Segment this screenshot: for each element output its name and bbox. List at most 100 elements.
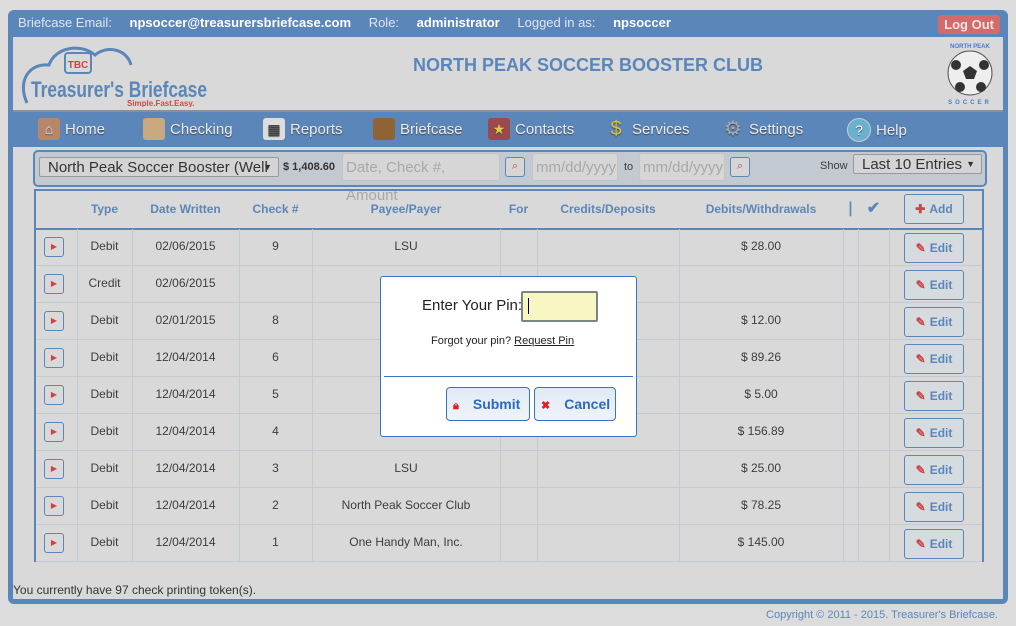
cell-type: Debit [90, 239, 119, 253]
search-button[interactable]: ⌕ [505, 157, 525, 177]
search-input[interactable]: Date, Check #, Amount [342, 153, 500, 204]
edit-button[interactable]: ✎ Edit [904, 233, 964, 263]
header-type[interactable]: Type [77, 191, 132, 227]
cancel-button[interactable]: ✖ Cancel [534, 387, 616, 421]
nav-label: Help [876, 121, 907, 139]
cell-check: 5 [272, 387, 279, 401]
cell-check [239, 265, 312, 302]
header: TBC Treasurer's Briefcase Simple.Fast.Ea… [13, 37, 1003, 112]
cell-type: Debit [90, 350, 119, 364]
cell-debit [679, 265, 843, 302]
expand-row-button[interactable]: ▶ [44, 533, 64, 553]
edit-label: Edit [929, 278, 953, 292]
nav-reports[interactable]: ▦ Reports [263, 118, 343, 140]
header-for[interactable]: For [500, 191, 537, 227]
cell-debit: $ 28.00 [740, 239, 782, 253]
cell-credit [537, 487, 679, 524]
cell-check: 8 [272, 313, 279, 327]
add-label: Add [929, 202, 953, 216]
edit-button[interactable]: ✎ Edit [904, 529, 964, 559]
cell-for [500, 524, 537, 561]
treasurers-briefcase-logo[interactable]: TBC Treasurer's Briefcase Simple.Fast.Ea… [19, 41, 209, 107]
column-divider [889, 303, 890, 339]
cell-date: 02/06/2015 [155, 276, 216, 290]
pin-input[interactable] [521, 291, 598, 322]
column-divider [858, 488, 859, 524]
edit-label: Edit [929, 352, 953, 366]
cell-type: Credit [88, 276, 121, 290]
nav-settings[interactable]: ⚙ Settings [722, 118, 803, 140]
column-divider [858, 377, 859, 413]
nav-help[interactable]: ? Help [847, 118, 907, 142]
edit-button[interactable]: ✎ Edit [904, 455, 964, 485]
nav-services[interactable]: $ Services [605, 118, 689, 140]
column-divider [843, 451, 844, 487]
expand-row-button[interactable]: ▶ [44, 496, 64, 516]
to-label: to [624, 161, 634, 173]
svg-text:SOCCER: SOCCER [948, 100, 992, 106]
cell-date: 12/04/2014 [155, 535, 216, 549]
close-icon: ✖ [541, 400, 551, 412]
dollar-icon: $ [610, 118, 622, 140]
plus-icon: ✚ [915, 202, 926, 216]
request-pin-link[interactable]: Request Pin [514, 335, 574, 347]
nav-label: Home [65, 120, 106, 138]
header-date[interactable]: Date Written [132, 191, 239, 227]
header-debits[interactable]: Debits/Withdrawals [679, 191, 843, 227]
role-value: administrator [416, 15, 500, 30]
cell-check: 1 [272, 535, 279, 549]
pencil-icon: ✎ [915, 315, 926, 329]
cancel-label: Cancel [564, 396, 611, 412]
expand-row-button[interactable]: ▶ [44, 237, 64, 257]
expand-row-button[interactable]: ▶ [44, 311, 64, 331]
cell-date: 12/04/2014 [155, 498, 216, 512]
club-logo: NORTH PEAK SOCCER [947, 44, 993, 106]
expand-row-button[interactable]: ▶ [44, 348, 64, 368]
column-divider [889, 525, 890, 561]
expand-row-button[interactable]: ▶ [44, 274, 64, 294]
edit-button[interactable]: ✎ Edit [904, 492, 964, 522]
header-credits[interactable]: Credits/Deposits [537, 191, 679, 227]
table-row: ▶ Debit 02/06/2015 9 LSU $ 28.00 ✎ Edit [36, 229, 982, 266]
column-divider [858, 414, 859, 450]
column-divider [843, 488, 844, 524]
edit-button[interactable]: ✎ Edit [904, 307, 964, 337]
house-icon: ⌂ [38, 118, 60, 140]
date-to-input[interactable]: mm/dd/yyyy [639, 153, 725, 181]
nav-label: Contacts [515, 120, 575, 138]
edit-button[interactable]: ✎ Edit [904, 381, 964, 411]
show-select[interactable]: Last 10 Entries [853, 154, 982, 174]
cell-credit [537, 450, 679, 487]
submit-button[interactable]: 🔒︎ Submit [446, 387, 530, 421]
cell-check: 2 [272, 498, 279, 512]
date-from-input[interactable]: mm/dd/yyyy [532, 153, 618, 181]
add-button[interactable]: ✚ Add [904, 194, 964, 224]
date-search-button[interactable]: ⌕ [730, 157, 750, 177]
table-row: ▶ Debit 12/04/2014 1 One Handy Man, Inc. $ 14… [36, 525, 982, 562]
cell-for [500, 487, 537, 524]
logout-button[interactable]: Log Out [938, 15, 1000, 34]
account-select[interactable]: North Peak Soccer Booster (Well [39, 157, 279, 177]
edit-button[interactable]: ✎ Edit [904, 418, 964, 448]
header-check[interactable]: Check # [239, 191, 312, 227]
column-divider [858, 451, 859, 487]
column-divider [858, 525, 859, 561]
expand-row-button[interactable]: ▶ [44, 385, 64, 405]
nav-contacts[interactable]: ★ Contacts [488, 118, 574, 140]
expand-row-button[interactable]: ▶ [44, 459, 64, 479]
column-divider [889, 266, 890, 302]
edit-button[interactable]: ✎ Edit [904, 344, 964, 374]
cell-check: 6 [272, 350, 279, 364]
edit-button[interactable]: ✎ Edit [904, 270, 964, 300]
expand-row-button[interactable]: ▶ [44, 422, 64, 442]
nav-briefcase[interactable]: Briefcase [373, 118, 463, 140]
magnifier-icon: ⌕ [736, 160, 744, 172]
table-header: Type Date Written Check # Payee/Payer Fo… [36, 191, 982, 230]
cell-payee: North Peak Soccer Club [341, 498, 471, 512]
nav-checking[interactable]: Checking [143, 118, 233, 140]
user-value: npsoccer [613, 15, 671, 30]
svg-text:Simple.Fast.Easy.: Simple.Fast.Easy. [127, 99, 194, 107]
nav-home[interactable]: ⌂ Home [38, 118, 105, 140]
header-payee[interactable]: Payee/Payer [312, 191, 500, 227]
cell-debit: $ 156.89 [737, 424, 785, 438]
